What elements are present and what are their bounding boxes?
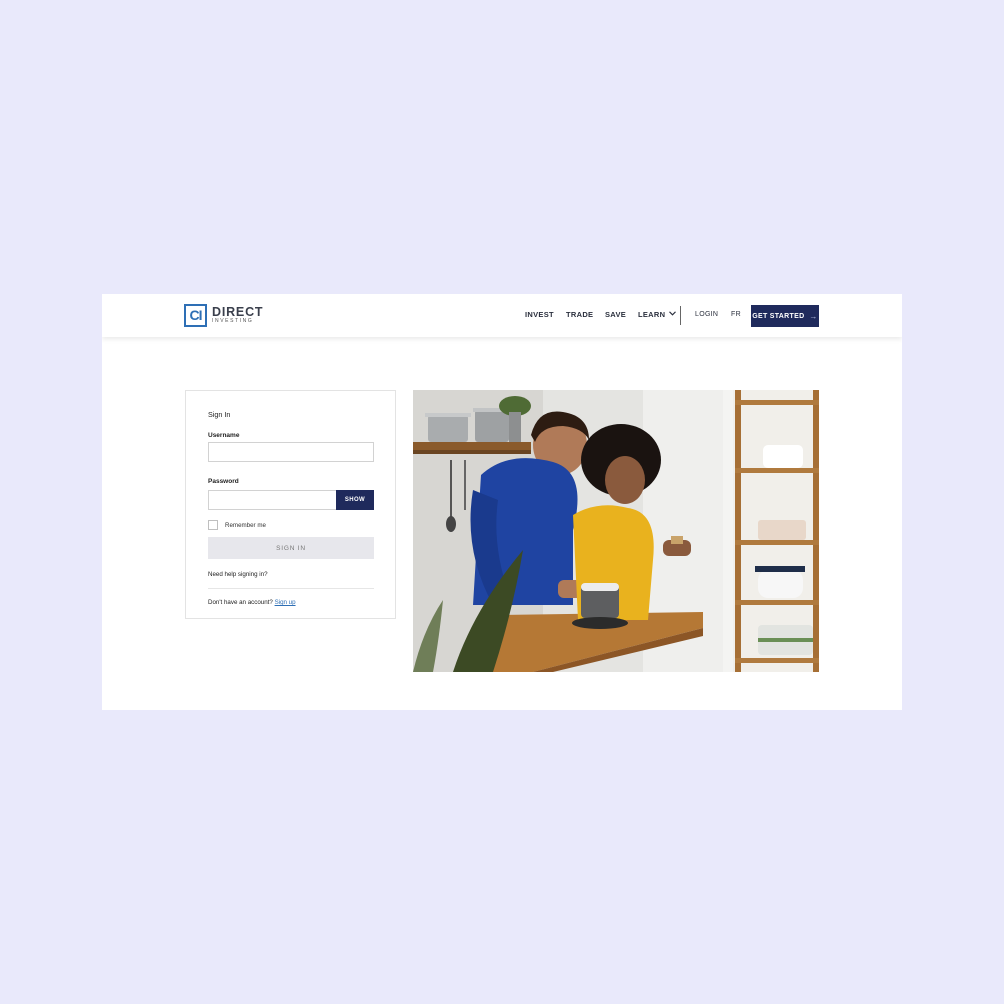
password-label: Password [208,478,239,485]
logo-name: DIRECT [212,304,264,319]
language-toggle[interactable]: FR [731,311,741,318]
site-header: CI DIRECT INVESTING INVEST TRADE SAVE LE… [102,294,902,337]
username-label: Username [208,432,240,439]
arrow-right-icon: → [809,311,818,321]
sign-in-button[interactable]: SIGN IN [208,537,374,559]
remember-me-checkbox[interactable] [208,520,218,530]
sign-up-link[interactable]: Sign up [275,599,296,606]
sign-in-card: Sign In Username Password SHOW Remember … [185,390,396,619]
get-started-label: GET STARTED [752,312,805,320]
show-password-button[interactable]: SHOW [336,490,374,510]
password-input[interactable] [208,490,337,510]
nav-learn[interactable]: LEARN [638,310,676,319]
nav-divider [680,306,681,325]
logo-mark: CI [184,303,207,327]
hero-photo [413,390,819,672]
kitchen-couple-photo [413,390,819,672]
help-signing-in-link[interactable]: Need help signing in? [208,571,268,578]
remember-me-label[interactable]: Remember me [225,522,266,529]
divider [208,588,374,589]
username-input[interactable] [208,442,374,462]
nav-invest[interactable]: INVEST [525,310,554,319]
login-link[interactable]: LOGIN [695,311,718,318]
get-started-button[interactable]: GET STARTED → [751,305,819,327]
no-account-text: Don't have an account? Sign up [208,599,296,606]
chevron-down-icon [668,311,676,316]
ci-direct-investing-logo[interactable]: CI DIRECT INVESTING [184,302,263,328]
nav-trade[interactable]: TRADE [566,310,593,319]
nav-learn-label: LEARN [638,310,666,319]
logo-tagline: INVESTING [212,318,254,325]
nav-save[interactable]: SAVE [605,310,626,319]
browser-page: CI DIRECT INVESTING INVEST TRADE SAVE LE… [102,294,902,710]
sign-in-title: Sign In [208,410,231,419]
